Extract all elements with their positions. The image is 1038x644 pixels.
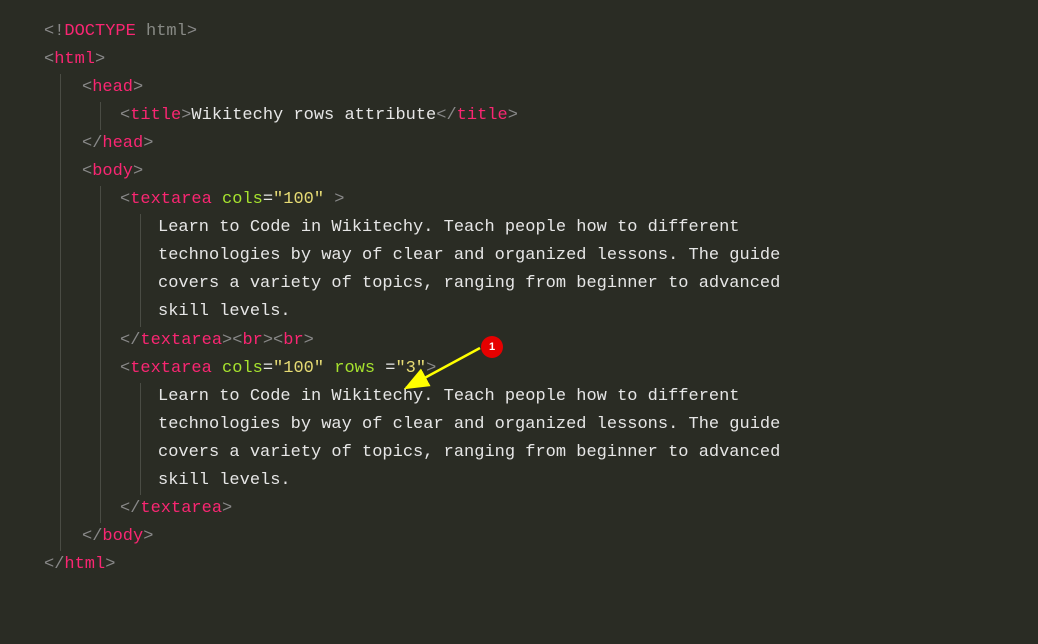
code-line: Learn to Code in Wikitechy. Teach people… xyxy=(44,383,1030,411)
code-line: <head> xyxy=(44,74,1030,102)
code-line: technologies by way of clear and organiz… xyxy=(44,411,1030,439)
code-line: </textarea> xyxy=(44,495,1030,523)
code-line: <body> xyxy=(44,158,1030,186)
code-editor: <!DOCTYPE html> <html> <head> <title>Wik… xyxy=(8,18,1030,579)
code-line: </body> xyxy=(44,523,1030,551)
code-line: covers a variety of topics, ranging from… xyxy=(44,439,1030,467)
code-line: skill levels. xyxy=(44,467,1030,495)
code-line: <title>Wikitechy rows attribute</title> xyxy=(44,102,1030,130)
code-line: <textarea cols="100" > xyxy=(44,186,1030,214)
code-line: covers a variety of topics, ranging from… xyxy=(44,270,1030,298)
code-line: skill levels. xyxy=(44,298,1030,326)
code-line: </html> xyxy=(44,551,1030,579)
code-line: Learn to Code in Wikitechy. Teach people… xyxy=(44,214,1030,242)
code-line: </head> xyxy=(44,130,1030,158)
code-line: </textarea><br><br> xyxy=(44,327,1030,355)
code-line: technologies by way of clear and organiz… xyxy=(44,242,1030,270)
code-line: <!DOCTYPE html> xyxy=(44,18,1030,46)
code-line: <textarea cols="100" rows ="3"> xyxy=(44,355,1030,383)
code-line: <html> xyxy=(44,46,1030,74)
annotation-badge: 1 xyxy=(481,336,503,358)
